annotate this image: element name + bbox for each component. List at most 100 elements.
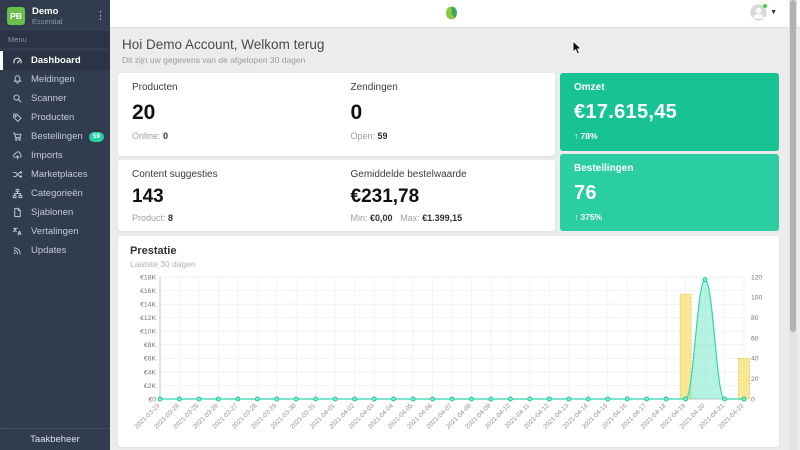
svg-text:€10K: €10K — [140, 329, 156, 336]
sidebar-item-label: Dashboard — [31, 55, 81, 66]
sidebar-item-categorieen[interactable]: Categorieën — [0, 184, 110, 203]
stat-value: 0 — [351, 101, 542, 125]
svg-text:€12K: €12K — [140, 315, 156, 322]
menu-section-label: Menu — [0, 31, 110, 48]
stat-value: 143 — [132, 186, 323, 208]
rss-icon — [12, 245, 23, 256]
svg-text:€14K: €14K — [140, 302, 156, 309]
highlight-cards: Omzet €17.615,45 ↑78% Bestellingen 76 ↑3… — [560, 73, 779, 231]
chart-subtitle: Laatste 30 dagen — [130, 259, 767, 269]
vertical-scrollbar[interactable] — [789, 0, 797, 450]
search-icon — [12, 93, 23, 104]
highlight-title: Bestellingen — [574, 163, 765, 174]
sidebar-item-dashboard[interactable]: Dashboard — [0, 51, 110, 70]
highlight-value: 76 — [574, 182, 765, 205]
stats-grid: Producten 20 Online: 0 Zendingen 0 Open:… — [118, 73, 555, 231]
topbar: ▼ — [110, 0, 800, 28]
svg-text:20: 20 — [751, 376, 759, 383]
account-info: Demo Essential — [32, 6, 88, 26]
sidebar-item-label: Sjablonen — [31, 207, 73, 218]
greeting-subtitle: Dit zijn uw gegevens van de afgelopen 30… — [122, 55, 779, 65]
bell-icon — [12, 74, 23, 85]
trend-up-icon: ↑ — [574, 131, 579, 141]
sidebar-menu: Dashboard Meldingen Scanner Producten Be… — [0, 51, 110, 260]
chevron-down-icon: ▼ — [770, 9, 777, 16]
performance-chart: €18K €16K €14K €12K €10K €8K €6K €4K €2K €0 120 100… — [130, 271, 767, 444]
sidebar-item-bestellingen[interactable]: Bestellingen 59 — [0, 127, 110, 146]
stat-value: 20 — [132, 101, 323, 125]
user-menu[interactable]: ▼ — [750, 4, 777, 21]
svg-text:€2K: €2K — [144, 383, 157, 390]
sidebar-item-imports[interactable]: Imports — [0, 146, 110, 165]
sidebar-item-label: Marketplaces — [31, 169, 88, 180]
sidebar-item-sjablonen[interactable]: Sjablonen — [0, 203, 110, 222]
sitemap-icon — [12, 188, 23, 199]
stat-card-bestelwaarde[interactable]: Gemiddelde bestelwaarde €231,78 Min: €0,… — [337, 160, 556, 231]
svg-text:0: 0 — [751, 396, 755, 403]
svg-text:€4K: €4K — [144, 369, 157, 376]
cloud-upload-icon — [12, 150, 23, 161]
cart-icon — [12, 131, 23, 142]
svg-text:€18K: €18K — [140, 274, 156, 281]
stat-footer: Min: €0,00 Max: €1.399,15 — [351, 213, 542, 223]
svg-text:€16K: €16K — [140, 288, 156, 295]
sidebar-item-marketplaces[interactable]: Marketplaces — [0, 165, 110, 184]
page-header: Hoi Demo Account, Welkom terug Dit zijn … — [122, 37, 779, 65]
dashboard-grid: Producten 20 Online: 0 Zendingen 0 Open:… — [118, 73, 779, 231]
stat-title: Producten — [132, 82, 323, 93]
sidebar-item-vertalingen[interactable]: Vertalingen — [0, 222, 110, 241]
brand-logo: PB — [7, 7, 25, 25]
shuffle-icon — [12, 169, 23, 180]
sidebar-item-producten[interactable]: Producten — [0, 108, 110, 127]
svg-text:100: 100 — [751, 295, 763, 302]
highlight-title: Omzet — [574, 82, 765, 93]
svg-text:€8K: €8K — [144, 342, 157, 349]
sidebar-item-label: Updates — [31, 245, 66, 256]
highlight-change: ↑78% — [574, 131, 765, 141]
stat-card-zendingen[interactable]: Zendingen 0 Open: 59 — [337, 73, 556, 156]
orders-count-badge: 59 — [89, 132, 104, 142]
account-name: Demo — [32, 6, 88, 17]
stat-value: €231,78 — [351, 186, 542, 208]
sidebar-item-label: Scanner — [31, 93, 66, 104]
stats-row-2: Content suggesties 143 Product: 8 Gemidd… — [118, 160, 555, 231]
avatar — [750, 4, 767, 21]
svg-text:120: 120 — [751, 274, 763, 281]
sidebar-item-label: Meldingen — [31, 74, 75, 85]
account-switcher[interactable]: PB Demo Essential ⋮ — [0, 0, 110, 31]
sidebar-item-updates[interactable]: Updates — [0, 241, 110, 260]
stat-footer: Online: 0 — [132, 131, 323, 141]
stat-card-producten[interactable]: Producten 20 Online: 0 — [118, 73, 337, 156]
sidebar-item-scanner[interactable]: Scanner — [0, 89, 110, 108]
sidebar: PB Demo Essential ⋮ Menu Dashboard Meldi… — [0, 0, 110, 450]
tag-icon — [12, 112, 23, 123]
sidebar-item-label: Bestellingen — [31, 131, 83, 142]
svg-text:40: 40 — [751, 356, 759, 363]
account-plan: Essential — [32, 17, 88, 26]
stat-footer: Product: 8 — [132, 213, 323, 223]
sidebar-item-label: Imports — [31, 150, 63, 161]
sidebar-item-label: Producten — [31, 112, 74, 123]
app-logo-icon[interactable] — [444, 5, 459, 26]
performance-chart-panel: Prestatie Laatste 30 dagen €18K€16K€14K€… — [118, 236, 779, 447]
svg-text:€0: €0 — [148, 396, 156, 403]
stat-title: Zendingen — [351, 82, 542, 93]
svg-text:60: 60 — [751, 335, 759, 342]
stats-row-1: Producten 20 Online: 0 Zendingen 0 Open:… — [118, 73, 555, 156]
highlight-value: €17.615,45 — [574, 101, 765, 124]
main-content: Hoi Demo Account, Welkom terug Dit zijn … — [110, 27, 800, 450]
svg-text:80: 80 — [751, 315, 759, 322]
file-icon — [12, 207, 23, 218]
translate-icon — [12, 226, 23, 237]
stat-card-content-suggesties[interactable]: Content suggesties 143 Product: 8 — [118, 160, 337, 231]
stat-title: Gemiddelde bestelwaarde — [351, 169, 542, 180]
sidebar-item-meldingen[interactable]: Meldingen — [0, 70, 110, 89]
svg-text:€6K: €6K — [144, 356, 157, 363]
highlight-change: ↑375% — [574, 212, 765, 222]
sidebar-item-label: Vertalingen — [31, 226, 79, 237]
highlight-card-bestellingen[interactable]: Bestellingen 76 ↑375% — [560, 154, 779, 232]
highlight-card-omzet[interactable]: Omzet €17.615,45 ↑78% — [560, 73, 779, 151]
taskmanager-link[interactable]: Taakbeheer — [0, 428, 110, 450]
kebab-menu-icon[interactable]: ⋮ — [95, 11, 105, 22]
scrollbar-thumb[interactable] — [790, 0, 796, 332]
